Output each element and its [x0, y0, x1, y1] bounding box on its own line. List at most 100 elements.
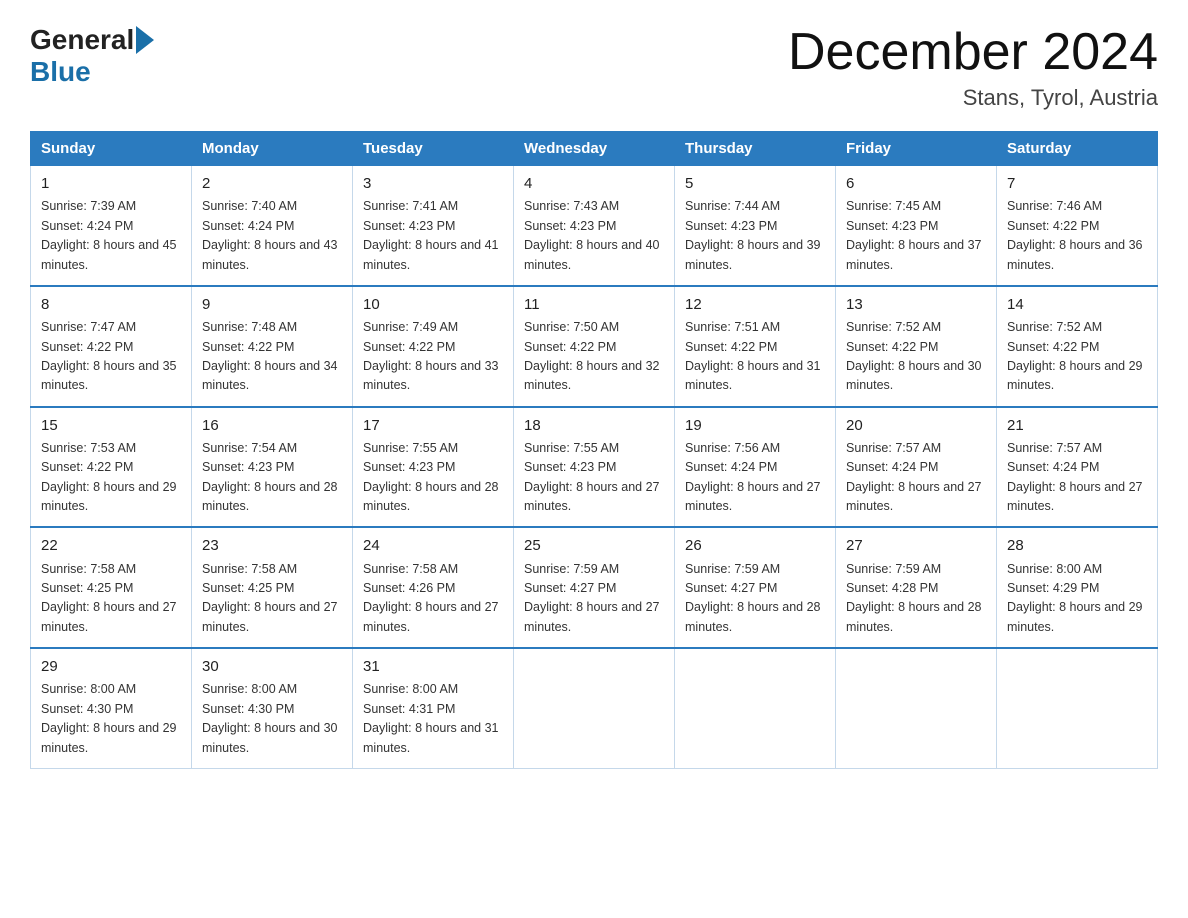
day-info: Sunrise: 7:40 AMSunset: 4:24 PMDaylight:… [202, 197, 342, 275]
day-info: Sunrise: 8:00 AMSunset: 4:30 PMDaylight:… [41, 680, 181, 758]
day-info: Sunrise: 8:00 AMSunset: 4:30 PMDaylight:… [202, 680, 342, 758]
logo-text: General [30, 24, 156, 56]
day-number: 25 [524, 534, 664, 557]
week-row-4: 22Sunrise: 7:58 AMSunset: 4:25 PMDayligh… [31, 527, 1158, 648]
calendar-cell: 22Sunrise: 7:58 AMSunset: 4:25 PMDayligh… [31, 527, 192, 648]
calendar-cell: 20Sunrise: 7:57 AMSunset: 4:24 PMDayligh… [836, 407, 997, 528]
calendar-cell: 27Sunrise: 7:59 AMSunset: 4:28 PMDayligh… [836, 527, 997, 648]
location: Stans, Tyrol, Austria [788, 85, 1158, 111]
calendar-cell: 1Sunrise: 7:39 AMSunset: 4:24 PMDaylight… [31, 166, 192, 286]
header-monday: Monday [192, 132, 353, 166]
day-number: 1 [41, 172, 181, 195]
day-info: Sunrise: 7:56 AMSunset: 4:24 PMDaylight:… [685, 439, 825, 517]
calendar-cell: 8Sunrise: 7:47 AMSunset: 4:22 PMDaylight… [31, 286, 192, 407]
day-number: 13 [846, 293, 986, 316]
day-number: 14 [1007, 293, 1147, 316]
calendar-cell: 15Sunrise: 7:53 AMSunset: 4:22 PMDayligh… [31, 407, 192, 528]
day-info: Sunrise: 7:52 AMSunset: 4:22 PMDaylight:… [846, 318, 986, 396]
day-info: Sunrise: 7:58 AMSunset: 4:25 PMDaylight:… [202, 560, 342, 638]
week-row-2: 8Sunrise: 7:47 AMSunset: 4:22 PMDaylight… [31, 286, 1158, 407]
calendar-cell [675, 648, 836, 768]
day-number: 2 [202, 172, 342, 195]
day-info: Sunrise: 7:48 AMSunset: 4:22 PMDaylight:… [202, 318, 342, 396]
month-title: December 2024 [788, 24, 1158, 81]
day-info: Sunrise: 7:43 AMSunset: 4:23 PMDaylight:… [524, 197, 664, 275]
week-row-3: 15Sunrise: 7:53 AMSunset: 4:22 PMDayligh… [31, 407, 1158, 528]
day-info: Sunrise: 7:59 AMSunset: 4:27 PMDaylight:… [524, 560, 664, 638]
calendar-cell: 21Sunrise: 7:57 AMSunset: 4:24 PMDayligh… [997, 407, 1158, 528]
calendar-cell: 24 Sunrise: 7:58 AMSunset: 4:26 PMDayligh… [353, 527, 514, 648]
header-saturday: Saturday [997, 132, 1158, 166]
day-number: 31 [363, 655, 503, 678]
day-info: Sunrise: 7:53 AMSunset: 4:22 PMDaylight:… [41, 439, 181, 517]
week-row-1: 1Sunrise: 7:39 AMSunset: 4:24 PMDaylight… [31, 166, 1158, 286]
day-info: Sunrise: 7:58 AMSunset: 4:26 PMDaylight:… [363, 560, 503, 638]
calendar-cell: 10Sunrise: 7:49 AMSunset: 4:22 PMDayligh… [353, 286, 514, 407]
header-tuesday: Tuesday [353, 132, 514, 166]
day-info: Sunrise: 7:49 AMSunset: 4:22 PMDaylight:… [363, 318, 503, 396]
calendar-cell: 14Sunrise: 7:52 AMSunset: 4:22 PMDayligh… [997, 286, 1158, 407]
day-number: 7 [1007, 172, 1147, 195]
calendar-table: SundayMondayTuesdayWednesdayThursdayFrid… [30, 131, 1158, 769]
day-info: Sunrise: 7:55 AMSunset: 4:23 PMDaylight:… [363, 439, 503, 517]
day-info: Sunrise: 7:44 AMSunset: 4:23 PMDaylight:… [685, 197, 825, 275]
header-friday: Friday [836, 132, 997, 166]
calendar-cell: 26 Sunrise: 7:59 AMSunset: 4:27 PMDayligh… [675, 527, 836, 648]
day-number: 30 [202, 655, 342, 678]
day-number: 19 [685, 414, 825, 437]
day-number: 27 [846, 534, 986, 557]
day-number: 9 [202, 293, 342, 316]
calendar-cell: 31Sunrise: 8:00 AMSunset: 4:31 PMDayligh… [353, 648, 514, 768]
calendar-cell [836, 648, 997, 768]
day-number: 5 [685, 172, 825, 195]
day-number: 21 [1007, 414, 1147, 437]
week-row-5: 29Sunrise: 8:00 AMSunset: 4:30 PMDayligh… [31, 648, 1158, 768]
calendar-cell: 4Sunrise: 7:43 AMSunset: 4:23 PMDaylight… [514, 166, 675, 286]
calendar-cell: 2Sunrise: 7:40 AMSunset: 4:24 PMDaylight… [192, 166, 353, 286]
day-info: Sunrise: 7:47 AMSunset: 4:22 PMDaylight:… [41, 318, 181, 396]
day-number: 26 [685, 534, 825, 557]
day-info: Sunrise: 7:46 AMSunset: 4:22 PMDaylight:… [1007, 197, 1147, 275]
day-number: 16 [202, 414, 342, 437]
calendar-cell: 30Sunrise: 8:00 AMSunset: 4:30 PMDayligh… [192, 648, 353, 768]
calendar-cell: 25 Sunrise: 7:59 AMSunset: 4:27 PMDayligh… [514, 527, 675, 648]
day-number: 10 [363, 293, 503, 316]
day-number: 18 [524, 414, 664, 437]
day-info: Sunrise: 7:59 AMSunset: 4:27 PMDaylight:… [685, 560, 825, 638]
page-header: General Blue December 2024 Stans, Tyrol,… [30, 24, 1158, 111]
calendar-cell: 23 Sunrise: 7:58 AMSunset: 4:25 PMDayligh… [192, 527, 353, 648]
day-number: 23 [202, 534, 342, 557]
calendar-cell: 12Sunrise: 7:51 AMSunset: 4:22 PMDayligh… [675, 286, 836, 407]
logo-arrow-icon [136, 26, 154, 54]
header-thursday: Thursday [675, 132, 836, 166]
calendar-cell: 17Sunrise: 7:55 AMSunset: 4:23 PMDayligh… [353, 407, 514, 528]
day-info: Sunrise: 7:57 AMSunset: 4:24 PMDaylight:… [846, 439, 986, 517]
calendar-cell: 5Sunrise: 7:44 AMSunset: 4:23 PMDaylight… [675, 166, 836, 286]
day-number: 11 [524, 293, 664, 316]
calendar-cell [997, 648, 1158, 768]
title-area: December 2024 Stans, Tyrol, Austria [788, 24, 1158, 111]
day-info: Sunrise: 7:50 AMSunset: 4:22 PMDaylight:… [524, 318, 664, 396]
day-info: Sunrise: 7:41 AMSunset: 4:23 PMDaylight:… [363, 197, 503, 275]
calendar-cell: 7Sunrise: 7:46 AMSunset: 4:22 PMDaylight… [997, 166, 1158, 286]
day-number: 17 [363, 414, 503, 437]
day-number: 24 [363, 534, 503, 557]
calendar-cell: 28 Sunrise: 8:00 AMSunset: 4:29 PMDayligh… [997, 527, 1158, 648]
day-info: Sunrise: 7:51 AMSunset: 4:22 PMDaylight:… [685, 318, 825, 396]
calendar-cell: 11Sunrise: 7:50 AMSunset: 4:22 PMDayligh… [514, 286, 675, 407]
logo: General Blue [30, 24, 156, 88]
calendar-cell: 9Sunrise: 7:48 AMSunset: 4:22 PMDaylight… [192, 286, 353, 407]
calendar-cell: 18Sunrise: 7:55 AMSunset: 4:23 PMDayligh… [514, 407, 675, 528]
day-info: Sunrise: 7:55 AMSunset: 4:23 PMDaylight:… [524, 439, 664, 517]
header-row: SundayMondayTuesdayWednesdayThursdayFrid… [31, 132, 1158, 166]
day-number: 4 [524, 172, 664, 195]
day-info: Sunrise: 7:45 AMSunset: 4:23 PMDaylight:… [846, 197, 986, 275]
logo-general: General [30, 24, 134, 56]
calendar-cell: 29Sunrise: 8:00 AMSunset: 4:30 PMDayligh… [31, 648, 192, 768]
day-info: Sunrise: 7:57 AMSunset: 4:24 PMDaylight:… [1007, 439, 1147, 517]
day-number: 28 [1007, 534, 1147, 557]
day-number: 8 [41, 293, 181, 316]
day-info: Sunrise: 7:58 AMSunset: 4:25 PMDaylight:… [41, 560, 181, 638]
day-info: Sunrise: 7:39 AMSunset: 4:24 PMDaylight:… [41, 197, 181, 275]
day-info: Sunrise: 8:00 AMSunset: 4:29 PMDaylight:… [1007, 560, 1147, 638]
